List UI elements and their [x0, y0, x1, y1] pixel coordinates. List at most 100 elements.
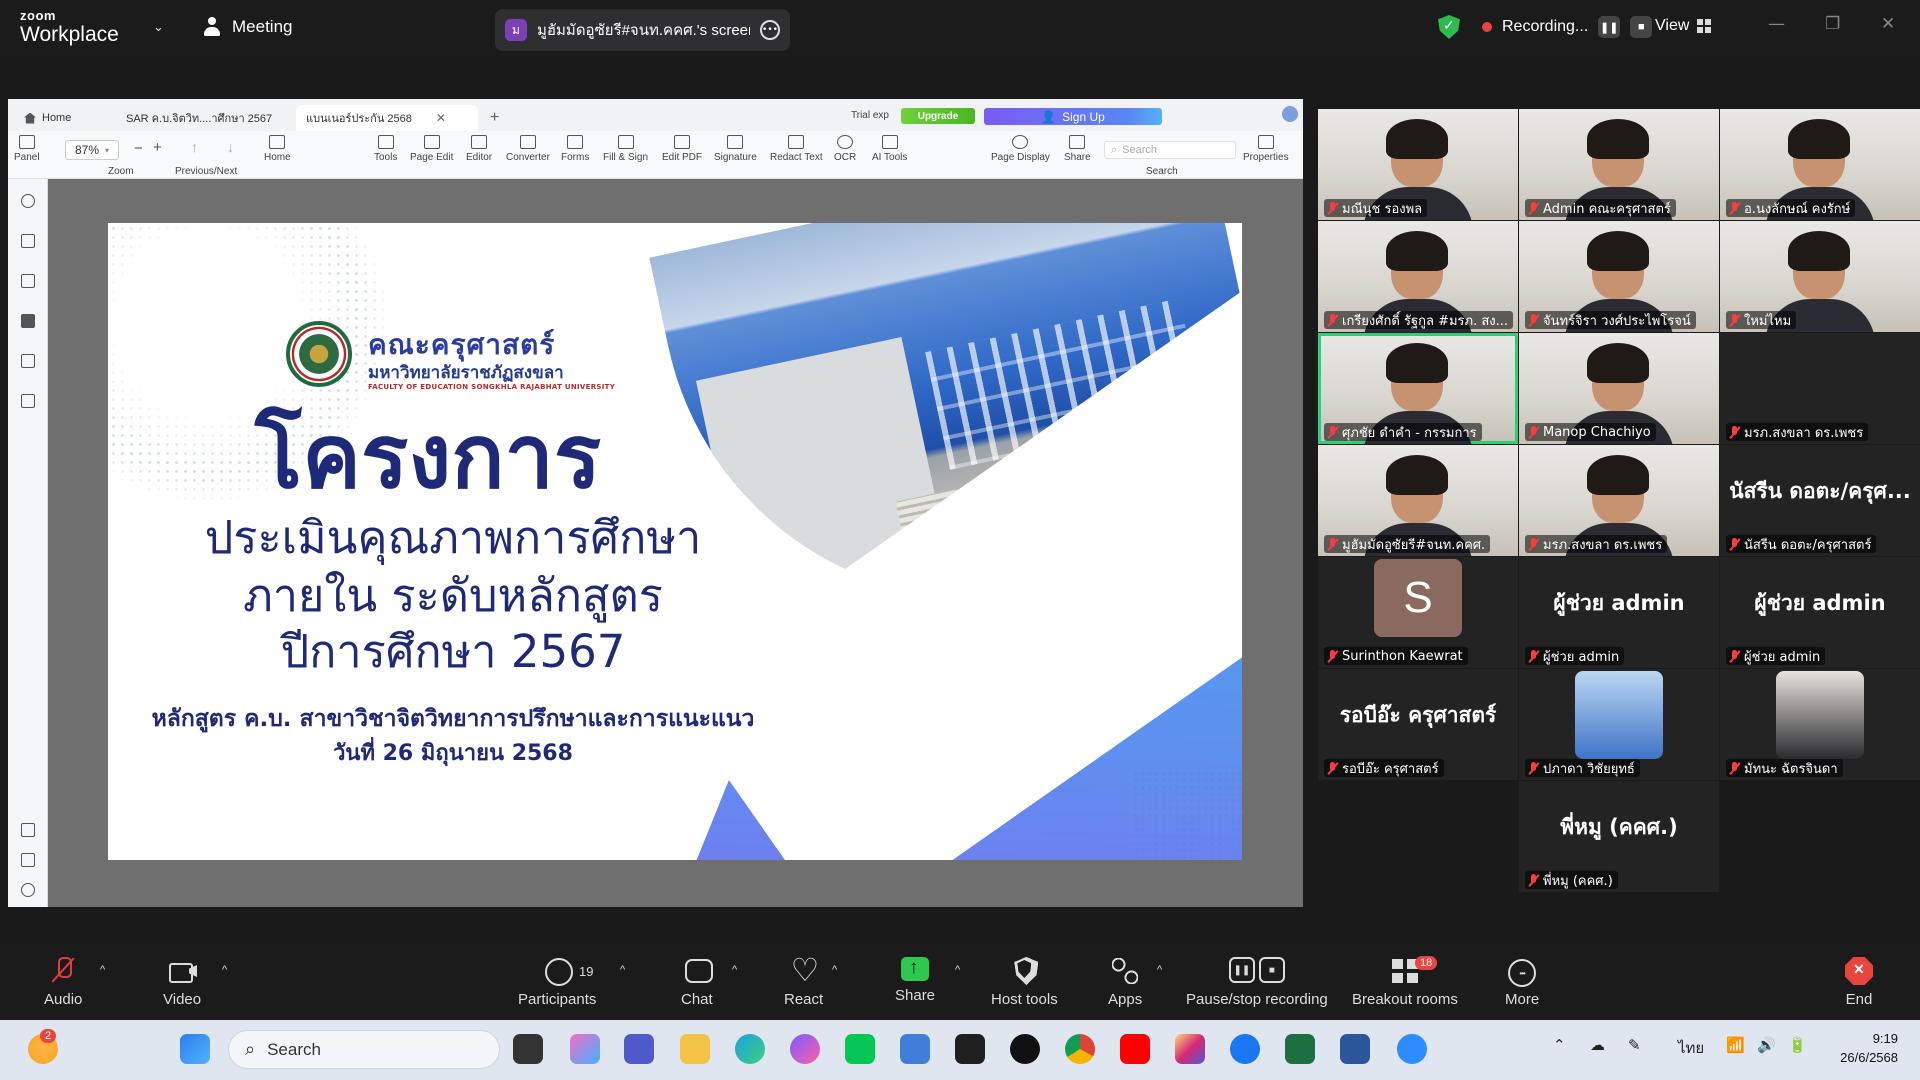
chat-options-caret[interactable]: ^: [732, 964, 737, 976]
view-button[interactable]: View: [1655, 17, 1712, 35]
minimize-icon[interactable]: —: [1768, 14, 1785, 34]
avatar[interactable]: [1282, 106, 1298, 122]
stop-recording-button[interactable]: ■: [1630, 16, 1653, 38]
page-edit-tool[interactable]: Page Edit: [410, 135, 453, 163]
previous-page-icon[interactable]: ↑: [191, 139, 198, 155]
tab-sar-document[interactable]: SAR ค.บ.จิตวิท....าศึกษา 2567: [116, 105, 282, 131]
tab-banner-document[interactable]: แบนเนอร์ประกัน 2568 ✕: [296, 105, 478, 131]
page-display-tool[interactable]: Page Display: [991, 135, 1050, 163]
start-windows-icon[interactable]: [180, 1034, 210, 1064]
home-tool[interactable]: Home: [264, 135, 291, 163]
close-icon[interactable]: ✕: [1881, 14, 1895, 34]
participant-tile[interactable]: ใหม่ไหม: [1720, 221, 1920, 332]
redact-text-tool[interactable]: Redact Text: [770, 135, 823, 163]
word-icon[interactable]: [1340, 1034, 1370, 1064]
apps-options-caret[interactable]: ^: [1157, 964, 1162, 976]
search-input[interactable]: ⌕ Search: [1104, 141, 1236, 159]
participant-tile[interactable]: พี่หมู (คคศ.) พี่หมู (คคศ.): [1519, 781, 1719, 892]
pause-stop-recording-button[interactable]: ❚❚ ■ Pause/stop recording: [1186, 957, 1328, 1008]
more-button[interactable]: More: [1505, 957, 1539, 1008]
audio-options-caret[interactable]: ^: [100, 964, 105, 976]
speaker-icon[interactable]: [21, 853, 35, 867]
close-tab-icon[interactable]: ✕: [436, 111, 446, 125]
share-button[interactable]: Share: [895, 957, 935, 1004]
converter-tool[interactable]: Converter: [506, 135, 550, 163]
cloud-offline-icon[interactable]: ☁: [1590, 1036, 1605, 1054]
volume-icon[interactable]: 🔊: [1757, 1036, 1776, 1054]
chevron-down-icon[interactable]: ⌄: [153, 20, 164, 35]
file-explorer-icon[interactable]: [680, 1034, 710, 1064]
audio-button[interactable]: Audio: [44, 957, 82, 1008]
participant-tile[interactable]: นัสรีน ดอตะ/ครุศ... นัสรีน ดอตะ/ครุศาสตร์: [1720, 445, 1920, 556]
share-tool[interactable]: Share: [1064, 135, 1091, 163]
task-view-icon[interactable]: [513, 1034, 543, 1064]
excel-icon[interactable]: [1285, 1034, 1315, 1064]
breakout-rooms-button[interactable]: Breakout rooms: [1352, 957, 1458, 1008]
camera-icon[interactable]: [21, 394, 35, 408]
pause-recording-button[interactable]: ❚❚: [1598, 16, 1621, 38]
zoom-in-icon[interactable]: +: [153, 139, 162, 156]
ai-tools-tool[interactable]: AI Tools: [872, 135, 907, 163]
participant-tile[interactable]: รอบีอ๊ะ ครุศาสตร์ รอบีอ๊ะ ครุศาสตร์: [1318, 669, 1518, 780]
participant-tile[interactable]: Admin คณะครุศาสตร์: [1519, 109, 1719, 220]
participant-tile[interactable]: มณีนุช รองพล: [1318, 109, 1518, 220]
pen-input-icon[interactable]: ✎: [1628, 1036, 1641, 1054]
next-page-icon[interactable]: ↓: [227, 139, 234, 155]
zoom-workplace-logo[interactable]: zoom Workplace: [20, 9, 119, 45]
participant-tile[interactable]: จันทร์จิรา วงศ์ประไพโรจน์: [1519, 221, 1719, 332]
tiktok-icon[interactable]: [1010, 1034, 1040, 1064]
restore-icon[interactable]: ❐: [1825, 14, 1840, 34]
page-thumbnail-icon[interactable]: [21, 234, 35, 248]
tab-home[interactable]: Home: [14, 105, 81, 131]
apps-button[interactable]: Apps: [1108, 957, 1142, 1008]
participant-tile[interactable]: ปภาดา วิชัยยุทธ์: [1519, 669, 1719, 780]
youtube-icon[interactable]: [1120, 1034, 1150, 1064]
panel-tool[interactable]: Panel: [14, 135, 40, 163]
line-app-icon[interactable]: [845, 1034, 875, 1064]
chat-button[interactable]: Chat: [681, 957, 713, 1008]
participants-options-caret[interactable]: ^: [620, 964, 625, 976]
signature-tool[interactable]: Signature: [714, 135, 757, 163]
zoom-app-icon[interactable]: [1397, 1034, 1427, 1064]
video-options-caret[interactable]: ^: [222, 964, 227, 976]
teams-icon[interactable]: [624, 1034, 654, 1064]
ocr-tool[interactable]: OCR: [834, 135, 856, 163]
end-meeting-button[interactable]: End: [1845, 957, 1873, 1008]
system-clock[interactable]: 9:19 26/6/2568: [1840, 1029, 1898, 1067]
facebook-icon[interactable]: [1230, 1034, 1260, 1064]
editor-tool[interactable]: Editor: [466, 135, 492, 163]
more-options-icon[interactable]: •••: [760, 20, 780, 40]
upgrade-button[interactable]: Upgrade: [901, 108, 975, 124]
battery-icon[interactable]: 🔋: [1788, 1036, 1807, 1054]
participant-tile[interactable]: S Surinthon Kaewrat: [1318, 557, 1518, 668]
dropbox-icon[interactable]: [955, 1034, 985, 1064]
react-button[interactable]: React: [784, 951, 823, 1008]
video-button[interactable]: Video: [163, 957, 201, 1008]
forms-tool[interactable]: Forms: [561, 135, 589, 163]
participant-tile[interactable]: เกรียงศักดิ์ รัฐกูล #มรภ. สง...: [1318, 221, 1518, 332]
participant-tile[interactable]: Manop Chachiyo: [1519, 333, 1719, 444]
participant-tile[interactable]: ผู้ช่วย admin ผู้ช่วย admin: [1519, 557, 1719, 668]
participant-tile[interactable]: มูฮัมมัดอูซัยรี#จนท.คคศ.: [1318, 445, 1518, 556]
fill-sign-tool[interactable]: Fill & Sign: [603, 135, 648, 163]
participant-tile[interactable]: มรภ.สงขลา ดร.เพชร: [1519, 445, 1719, 556]
new-tab-plus-icon[interactable]: +: [480, 105, 509, 131]
messenger-icon[interactable]: [790, 1034, 820, 1064]
host-tools-button[interactable]: Host tools: [991, 957, 1058, 1008]
taskbar-search-input[interactable]: ⌕ Search: [228, 1030, 500, 1069]
participant-tile[interactable]: อ.นงลักษณ์ คงรักษ์: [1720, 109, 1920, 220]
bookmark-icon[interactable]: [21, 354, 35, 368]
encryption-shield-icon[interactable]: [1438, 15, 1460, 39]
wifi-icon[interactable]: 📶: [1726, 1036, 1745, 1054]
participant-tile[interactable]: มัทนะ ฉัตรจินดา: [1720, 669, 1920, 780]
participant-tile[interactable]: มรภ.สงขลา ดร.เพชร: [1720, 333, 1920, 444]
tools-tool[interactable]: Tools: [374, 135, 397, 163]
zoom-select[interactable]: 87% ▾: [65, 140, 119, 160]
search-icon[interactable]: [21, 194, 35, 208]
react-options-caret[interactable]: ^: [832, 964, 837, 976]
copilot-icon[interactable]: [570, 1034, 600, 1064]
chrome-icon[interactable]: [1065, 1034, 1095, 1064]
meeting-tab[interactable]: Meeting: [202, 17, 292, 37]
outline-icon[interactable]: [21, 274, 35, 288]
input-language[interactable]: ไทย: [1678, 1036, 1704, 1060]
